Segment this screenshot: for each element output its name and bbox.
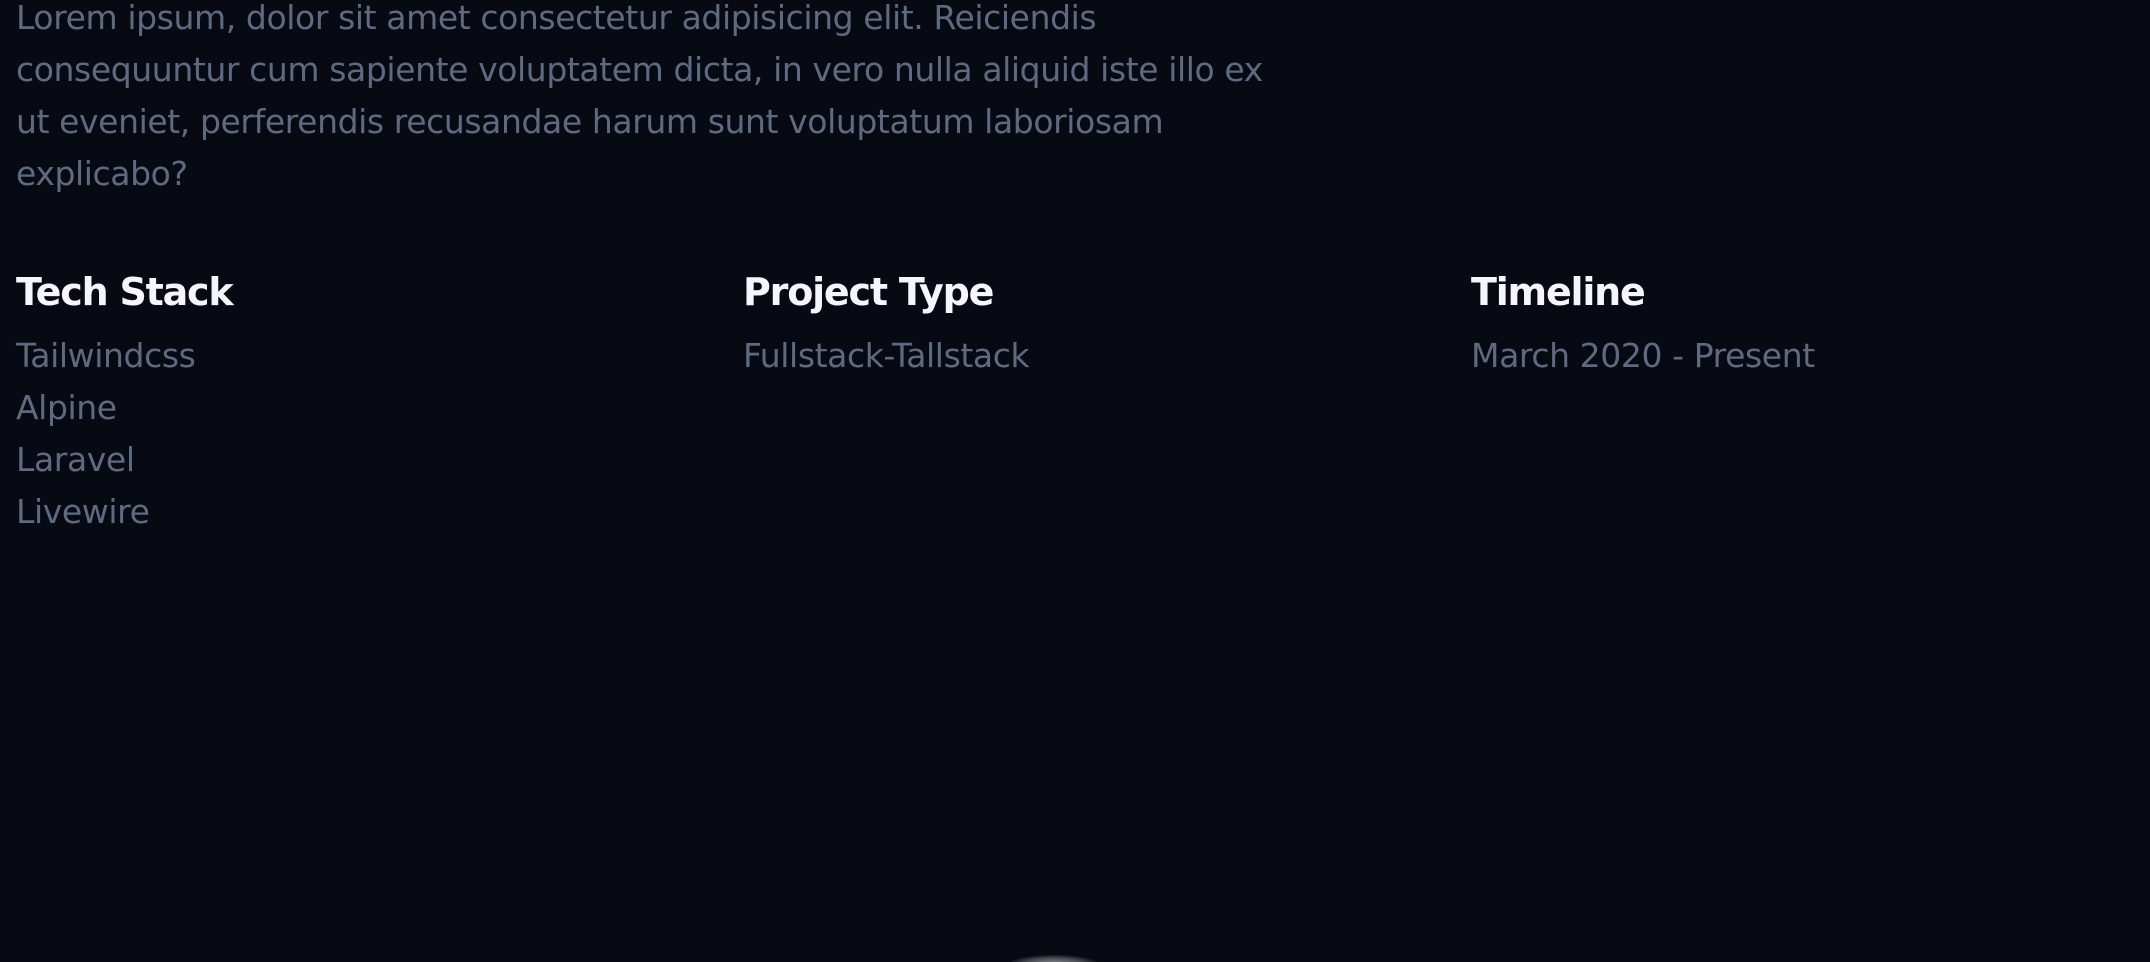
tech-stack-item-livewire: Livewire bbox=[16, 492, 150, 531]
project-details: Tech Stack Tailwindcss Alpine Laravel Li… bbox=[16, 266, 2126, 566]
tech-stack-item-tailwindcss: Tailwindcss bbox=[16, 336, 196, 375]
tech-stack-item-alpine: Alpine bbox=[16, 388, 117, 427]
project-type-heading: Project Type bbox=[743, 270, 994, 314]
tech-stack-section: Tech Stack Tailwindcss Alpine Laravel Li… bbox=[16, 266, 234, 538]
scroll-indicator-edge bbox=[1010, 955, 1098, 962]
timeline-heading: Timeline bbox=[1471, 270, 1646, 314]
tech-stack-item-laravel: Laravel bbox=[16, 440, 135, 479]
tech-stack-heading: Tech Stack bbox=[16, 270, 234, 314]
project-type-section: Project Type Fullstack-Tallstack bbox=[743, 266, 1030, 382]
tech-stack-list: Tailwindcss Alpine Laravel Livewire bbox=[16, 330, 232, 538]
timeline-section: Timeline March 2020 - Present bbox=[1471, 266, 1815, 382]
timeline-value: March 2020 - Present bbox=[1471, 336, 1815, 375]
project-description: Lorem ipsum, dolor sit amet consectetur … bbox=[16, 0, 1263, 193]
project-type-value: Fullstack-Tallstack bbox=[743, 336, 1030, 375]
